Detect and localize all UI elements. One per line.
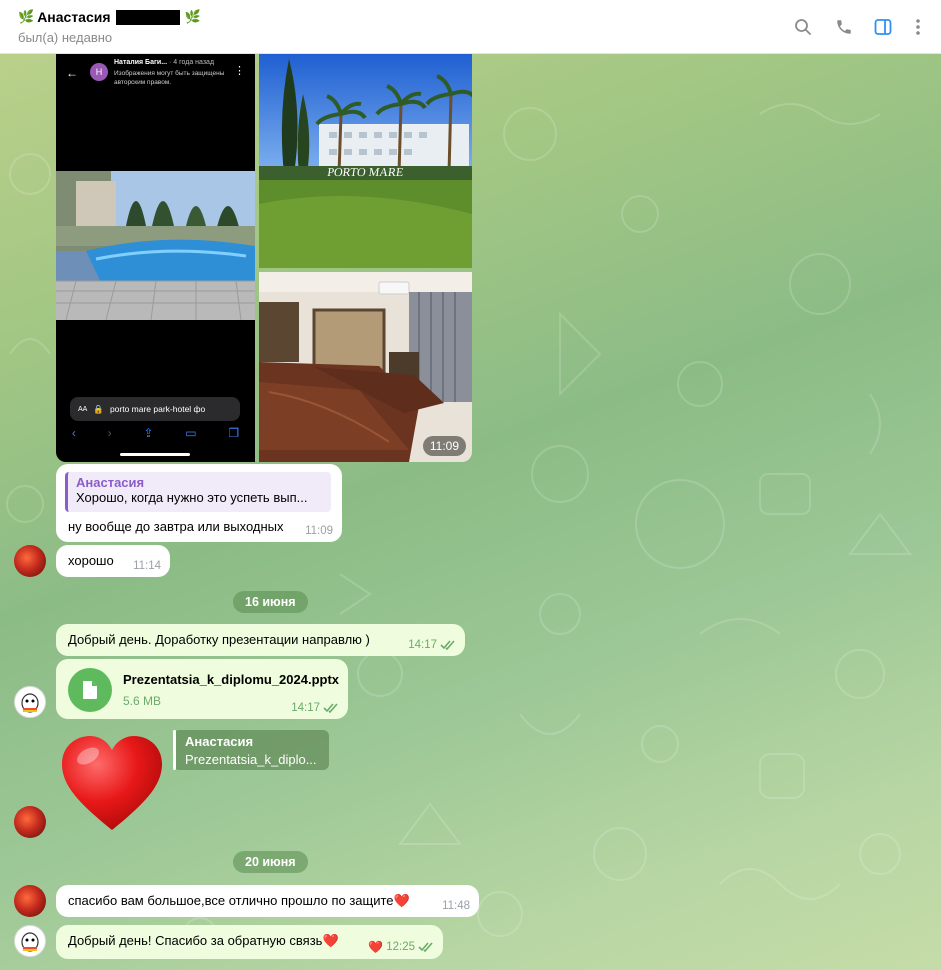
- message-meta: 14:17: [408, 639, 456, 651]
- sticker-reply-quote[interactable]: Анастасия Prezentatsia_k_diplo...: [173, 730, 329, 770]
- message-bubble[interactable]: спасибо вам большое,все отлично прошло п…: [56, 885, 479, 917]
- photo-hotel-exterior[interactable]: PORTO MARE: [259, 54, 472, 268]
- heart-emoji: ❤️: [393, 893, 410, 908]
- phone-icon[interactable]: [833, 16, 855, 38]
- heart-sticker[interactable]: [60, 734, 164, 834]
- message-time: 14:17: [291, 702, 320, 714]
- url-text: porto mare park-hotel фо: [109, 404, 206, 414]
- poster-name: Наталия Баги...: [114, 59, 168, 66]
- browser-url-bar: AA 🔒 porto mare park-hotel фо: [70, 397, 240, 421]
- file-icon[interactable]: [68, 668, 112, 712]
- message-meta: ❤️ 12:25: [368, 940, 434, 954]
- reply-bar: [173, 730, 176, 770]
- pool-image: [56, 171, 255, 320]
- search-icon[interactable]: [792, 16, 814, 38]
- heart-emoji: ❤️: [322, 933, 339, 948]
- message-bubble[interactable]: хорошо 11:14: [56, 545, 170, 577]
- read-check-icon: [418, 942, 433, 952]
- contact-name-text: Анастасия: [37, 9, 111, 25]
- message-bubble-outgoing[interactable]: Добрый день! Спасибо за обратную связь❤️…: [56, 925, 443, 959]
- reply-text: Хорошо, когда нужно это успеть вып...: [76, 490, 308, 505]
- reaction-heart[interactable]: ❤️: [368, 940, 383, 954]
- message-with-reply[interactable]: Анастасия Хорошо, когда нужно это успеть…: [56, 464, 342, 542]
- message-time: 11:09: [305, 525, 333, 537]
- tabs-icon: ❐: [228, 426, 240, 440]
- avatar[interactable]: [14, 885, 46, 917]
- message-time: 14:17: [408, 639, 437, 651]
- message-time: 11:48: [442, 900, 470, 912]
- contact-name[interactable]: 🌿 Анастасия 🌿: [18, 9, 201, 25]
- lock-icon: 🔒: [93, 403, 104, 414]
- reply-author: Анастасия: [76, 475, 145, 490]
- message-time: 12:25: [386, 941, 415, 953]
- browser-toolbar: ‹ › ⇪ ▭ ❐: [56, 426, 255, 446]
- chat-header: 🌿 Анастасия 🌿 был(а) недавно: [0, 0, 941, 54]
- message-bubble-outgoing[interactable]: Добрый день. Доработку презентации напра…: [56, 624, 465, 656]
- avatar[interactable]: [14, 806, 46, 838]
- copyright-notice: Изображения могут быть защищены авторски…: [114, 69, 224, 87]
- menu-dots-icon: ⋮: [234, 65, 245, 77]
- back-chevron-icon: ‹: [71, 426, 76, 440]
- message-text: спасибо вам большое,все отлично прошло п…: [68, 893, 394, 908]
- notice-line-1: Изображения могут быть защищены: [114, 70, 225, 77]
- poster-ago: 4 года назад: [173, 59, 215, 66]
- sidebar-toggle-icon[interactable]: [872, 16, 894, 38]
- message-text: ну вообще до завтра или выходных: [68, 519, 284, 534]
- reply-author: Анастасия: [185, 734, 254, 749]
- message-text: Добрый день. Доработку презентации напра…: [68, 632, 370, 647]
- photo-hotel-room[interactable]: 11:09: [259, 272, 472, 462]
- photo-screenshot[interactable]: ← Н Наталия Баги... · 4 года назад Изобр…: [56, 54, 255, 462]
- avatar-own[interactable]: [14, 686, 46, 718]
- chat-area: ← Н Наталия Баги... · 4 года назад Изобр…: [0, 54, 941, 970]
- leaf-emoji-right: 🌿: [184, 9, 201, 24]
- notice-line-2: авторским правом.: [114, 79, 172, 86]
- message-meta: 14:17: [291, 702, 339, 714]
- url-aa-label: AA: [78, 405, 88, 413]
- back-arrow-icon: ←: [66, 66, 78, 80]
- bookmarks-icon: ▭: [185, 426, 197, 440]
- message-text: хорошо: [68, 553, 114, 568]
- file-message[interactable]: Prezentatsia_k_diplomu_2024.pptx 5.6 MB …: [56, 659, 348, 719]
- read-check-icon: [323, 703, 338, 713]
- home-indicator: [120, 453, 190, 456]
- album-time: 11:09: [422, 436, 466, 456]
- poster-line: Наталия Баги... · 4 года назад: [114, 59, 215, 66]
- more-icon[interactable]: [907, 16, 929, 38]
- file-size: 5.6 MB: [123, 694, 162, 708]
- message-text: Добрый день! Спасибо за обратную связь: [68, 933, 323, 948]
- reply-quote[interactable]: Анастасия Хорошо, когда нужно это успеть…: [65, 472, 331, 512]
- poster-avatar: Н: [90, 63, 108, 81]
- share-icon: ⇪: [143, 426, 154, 440]
- contact-status: был(а) недавно: [18, 30, 113, 45]
- avatar-own[interactable]: [14, 925, 46, 957]
- photo-album[interactable]: ← Н Наталия Баги... · 4 года назад Изобр…: [56, 54, 472, 462]
- redacted-block: [115, 9, 180, 25]
- leaf-emoji-left: 🌿: [18, 9, 35, 24]
- hotel-sign-text: PORTO MARE: [326, 165, 404, 179]
- reply-text: Prezentatsia_k_diplo...: [185, 752, 317, 767]
- forward-chevron-icon: ›: [107, 426, 112, 440]
- read-check-icon: [440, 640, 455, 650]
- file-name: Prezentatsia_k_diplomu_2024.pptx: [123, 672, 340, 687]
- date-separator: 16 июня: [233, 591, 308, 613]
- date-separator: 20 июня: [233, 851, 308, 873]
- avatar[interactable]: [14, 545, 46, 577]
- message-time: 11:14: [133, 560, 161, 572]
